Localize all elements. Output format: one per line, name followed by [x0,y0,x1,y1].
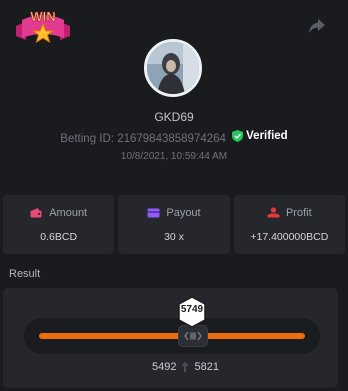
arrow-up-icon [181,362,190,372]
wallet-icon [30,208,42,218]
stat-card-profit: Profit +17.400000BCD [233,195,345,254]
verified-badge: Verified [232,130,288,142]
range-low: 5492 [152,361,177,373]
result-label: Result [9,268,41,280]
stat-value-payout: 30 x [164,230,184,243]
betting-id-value: 21679843858974264 [117,133,226,145]
stat-head-amount: Amount [30,207,87,219]
stat-head-payout: Payout [147,206,201,219]
stat-head-profit: Profit [267,207,312,219]
username: GKD69 [154,110,194,124]
result-panel: 5749 5492 5821 [3,288,338,388]
drag-handle-icon [184,331,202,341]
profit-icon [267,207,280,218]
betting-id-row: Betting ID: 21679843858974264 Verified [0,130,348,145]
win-badge-icon: WIN [16,9,70,44]
stat-card-payout: Payout 30 x [118,195,230,254]
result-range-row: 5492 5821 [152,361,219,373]
stats-row: Amount 0.6BCD Payout 30 x Profit +17.400… [3,195,345,254]
verified-label: Verified [246,130,288,142]
stat-value-profit: +17.400000BCD [250,230,329,243]
avatar [144,39,202,97]
result-slider-bar [39,333,305,339]
stat-label-payout: Payout [166,206,201,219]
win-badge-text: WIN [30,9,55,24]
stat-value-amount: 0.6BCD [40,230,78,243]
share-icon[interactable] [308,18,326,34]
card-icon [147,208,160,217]
stat-label-amount: Amount [49,206,88,219]
slider-handle[interactable] [178,325,208,347]
shield-check-icon [232,130,244,142]
result-value: 5749 [180,304,204,315]
stat-card-amount: Amount 0.6BCD [3,195,115,254]
range-high: 5821 [194,361,219,373]
avatar-photo [147,42,199,94]
betting-id-label: Betting ID: [60,133,114,145]
result-slider-track [24,318,320,354]
timestamp: 10/8/2021, 10:59:44 AM [120,151,228,162]
stat-label-profit: Profit [285,206,312,219]
